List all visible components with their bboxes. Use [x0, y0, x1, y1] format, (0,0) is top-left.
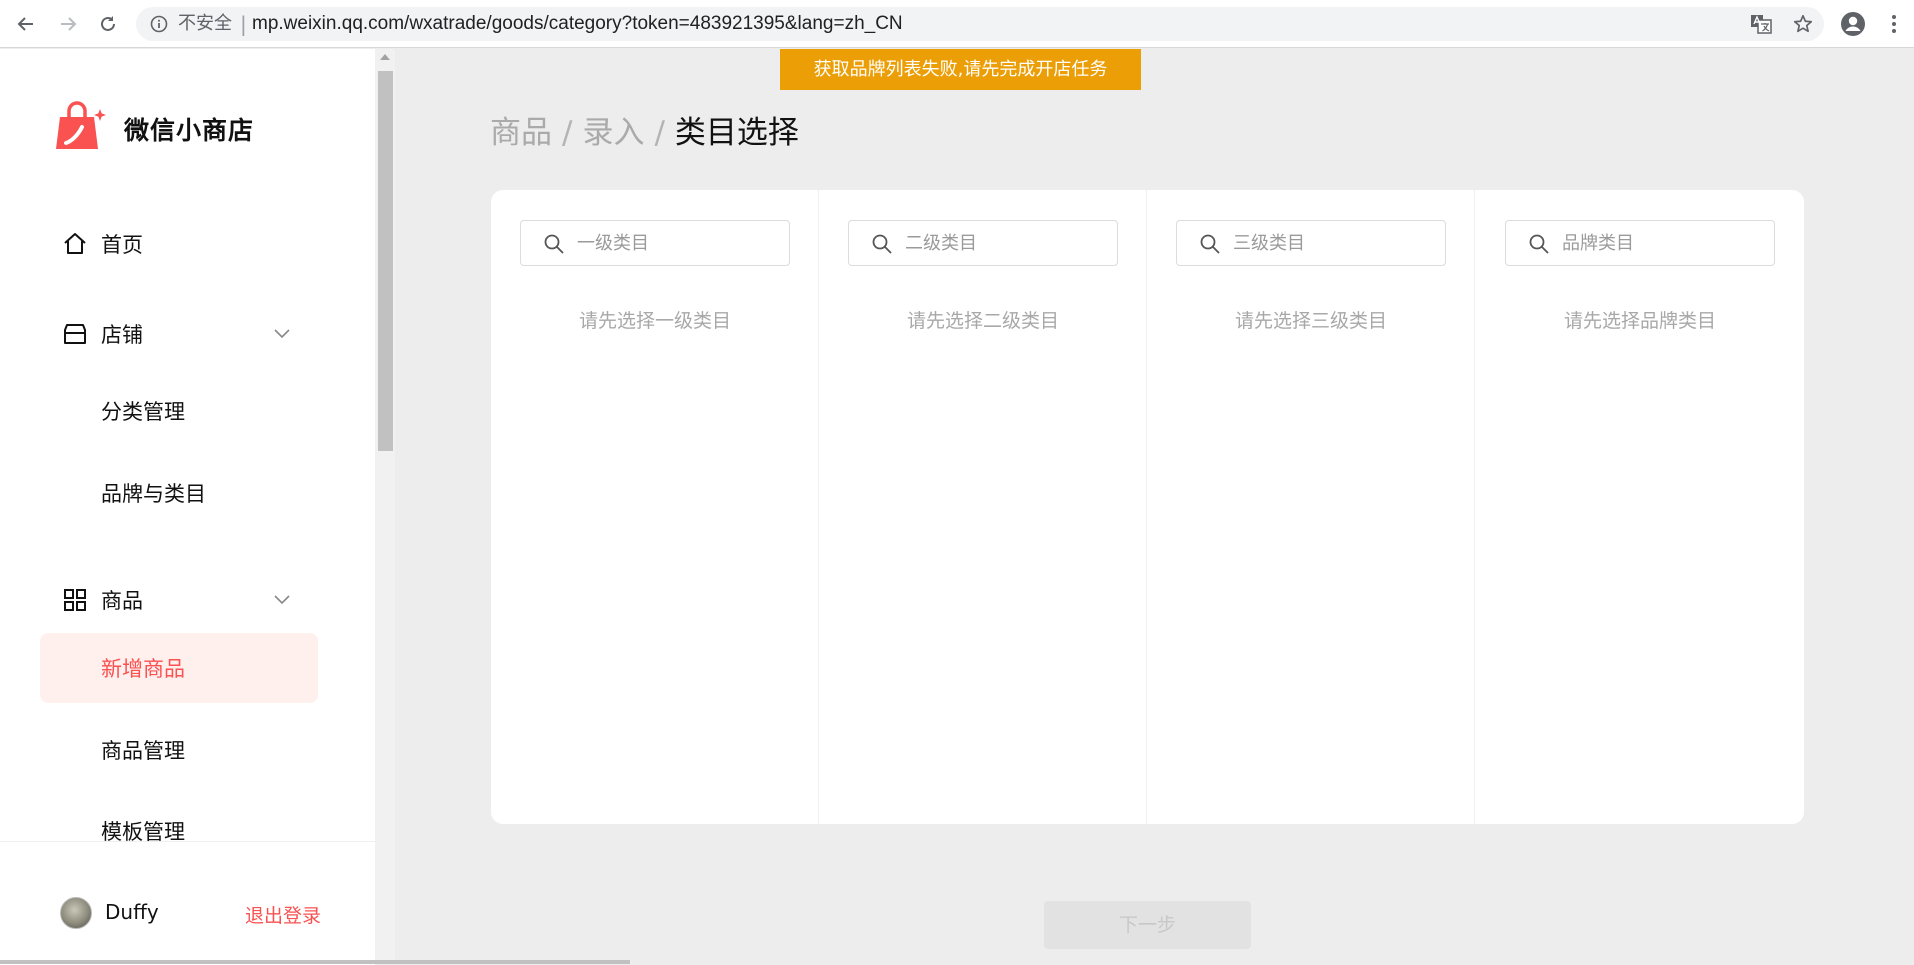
sidebar-item-label: 商品管理: [101, 739, 185, 763]
scroll-up-arrow-icon[interactable]: [380, 54, 390, 60]
chevron-down-icon: [274, 595, 290, 605]
breadcrumb-separator: /: [654, 115, 665, 151]
browser-toolbar: 不安全 | mp.weixin.qq.com/wxatrade/goods/ca…: [0, 0, 1914, 48]
category-selector-panel: 请先选择一级类目 请先选择二级类目 请先选择三级类目 请先选择品牌类目: [491, 190, 1804, 824]
home-icon: [64, 233, 86, 254]
search-level1[interactable]: [520, 220, 790, 266]
sidebar-item-add-goods[interactable]: 新增商品: [40, 633, 318, 703]
search-level3[interactable]: [1176, 220, 1446, 266]
search-icon: [544, 234, 564, 254]
insecure-label: 不安全: [178, 13, 232, 34]
back-icon[interactable]: [14, 12, 38, 36]
search-icon: [1529, 234, 1549, 254]
bookmark-star-icon[interactable]: [1792, 13, 1814, 35]
user-name: Duffy: [105, 900, 159, 924]
horizontal-scrollbar[interactable]: [0, 960, 630, 964]
sidebar-item-brand-category[interactable]: 品牌与类目: [40, 458, 318, 528]
search-input[interactable]: [577, 229, 777, 257]
sidebar-item-category-manage[interactable]: 分类管理: [40, 376, 318, 446]
scroll-thumb[interactable]: [378, 71, 393, 451]
empty-hint: 请先选择品牌类目: [1563, 310, 1716, 332]
sidebar-item-goods[interactable]: 商品: [40, 565, 318, 635]
url-text[interactable]: mp.weixin.qq.com/wxatrade/goods/category…: [252, 14, 903, 34]
brand-name: 微信小商店: [124, 116, 255, 145]
more-menu-icon[interactable]: [1888, 12, 1900, 36]
sidebar-item-label: 商品: [101, 589, 143, 613]
reload-icon[interactable]: [96, 12, 120, 36]
sidebar-item-home[interactable]: 首页: [40, 209, 318, 279]
store-icon: [64, 324, 86, 344]
search-input[interactable]: [1562, 229, 1762, 257]
category-column-level2: 请先选择二级类目: [819, 190, 1147, 824]
shop-logo-icon: [56, 101, 106, 149]
avatar[interactable]: [60, 897, 92, 929]
empty-hint: 请先选择三级类目: [1234, 310, 1387, 332]
sidebar-footer: Duffy 退出登录: [0, 841, 375, 965]
chevron-down-icon: [274, 329, 290, 339]
sidebar-scrollbar[interactable]: [375, 49, 395, 964]
sidebar-item-label: 店铺: [101, 323, 143, 347]
category-column-level1: 请先选择一级类目: [491, 190, 819, 824]
search-brand[interactable]: [1505, 220, 1775, 266]
grid-icon: [64, 589, 86, 611]
address-separator: |: [240, 12, 247, 36]
sidebar-item-label: 品牌与类目: [101, 482, 206, 506]
category-column-level3: 请先选择三级类目: [1147, 190, 1475, 824]
sidebar-item-label: 首页: [101, 233, 143, 257]
search-input[interactable]: [905, 229, 1105, 257]
empty-hint: 请先选择二级类目: [906, 310, 1059, 332]
info-icon[interactable]: [150, 15, 168, 33]
sidebar: 微信小商店 首页 店铺 分类管理 品牌与类目 商品 新增商品 商品管理 模板管理…: [0, 49, 375, 965]
forward-icon[interactable]: [56, 12, 80, 36]
next-step-button[interactable]: 下一步: [1044, 901, 1251, 949]
error-toast: 获取品牌列表失败,请先完成开店任务: [780, 49, 1141, 90]
sidebar-item-label: 新增商品: [101, 657, 185, 681]
breadcrumb-separator: /: [562, 115, 573, 151]
breadcrumb-item-entry[interactable]: 录入: [582, 115, 644, 151]
sidebar-item-store[interactable]: 店铺: [40, 299, 318, 369]
search-icon: [872, 234, 892, 254]
breadcrumb: 商品 / 录入 / 类目选择: [490, 107, 799, 152]
page-title: 类目选择: [674, 115, 799, 151]
address-bar[interactable]: 不安全 | mp.weixin.qq.com/wxatrade/goods/ca…: [136, 7, 1824, 41]
translate-icon[interactable]: [1750, 14, 1772, 34]
search-input[interactable]: [1233, 229, 1433, 257]
search-level2[interactable]: [848, 220, 1118, 266]
empty-hint: 请先选择一级类目: [578, 310, 731, 332]
sidebar-item-label: 分类管理: [101, 400, 185, 424]
sidebar-item-goods-manage[interactable]: 商品管理: [40, 715, 318, 785]
category-column-brand: 请先选择品牌类目: [1476, 190, 1804, 824]
logout-link[interactable]: 退出登录: [245, 901, 321, 928]
profile-icon[interactable]: [1840, 11, 1866, 37]
breadcrumb-item-goods[interactable]: 商品: [490, 115, 552, 151]
search-icon: [1200, 234, 1220, 254]
